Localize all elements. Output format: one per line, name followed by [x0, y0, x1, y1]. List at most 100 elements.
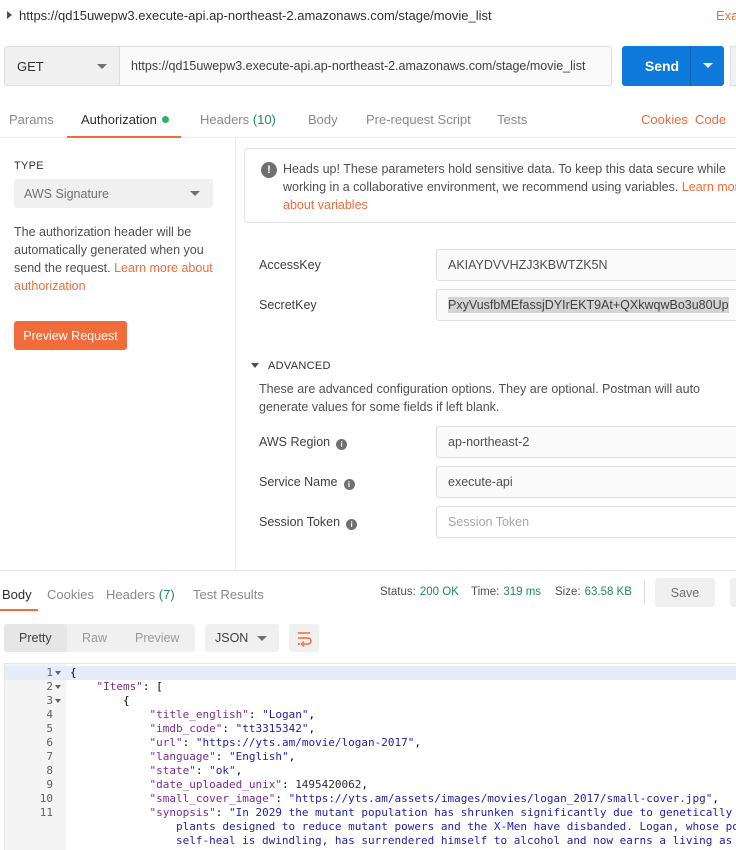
view-mode-group: Pretty Raw Preview — [4, 624, 195, 652]
method-value: GET — [17, 58, 44, 74]
cookies-link[interactable]: Cookies — [641, 112, 688, 127]
response-tab-body[interactable]: Body — [2, 587, 32, 602]
info-icon[interactable]: i — [346, 519, 358, 530]
code-line: 4 "title_english": "Logan", — [5, 708, 736, 722]
tab-tests[interactable]: Tests — [497, 112, 527, 127]
response-divider — [0, 570, 736, 571]
code-text: "imdb_code": "tt3315342", — [149, 722, 316, 735]
size-label: Size: — [555, 586, 581, 598]
url-input[interactable]: https://qd15uwepw3.execute-api.ap-northe… — [120, 46, 612, 86]
type-label: TYPE — [14, 160, 44, 172]
code-text: "date_uploaded_unix": 1495420062, — [149, 778, 369, 791]
view-pretty-button[interactable]: Pretty — [19, 631, 52, 645]
line-number: 3 — [46, 694, 53, 707]
time-value: 319 ms — [503, 586, 542, 598]
line-number: 7 — [46, 750, 53, 763]
info-icon[interactable]: i — [343, 479, 355, 490]
code-text: { — [122, 694, 130, 707]
response-tab-test-results[interactable]: Test Results — [193, 587, 264, 602]
format-select[interactable]: JSON — [205, 624, 279, 652]
code-link[interactable]: Code — [695, 112, 726, 127]
advanced-description: These are advanced configuration options… — [259, 382, 701, 414]
session-token-input[interactable]: Session Token — [436, 506, 736, 538]
status-label: Status: — [380, 586, 416, 598]
tab-prerequest-script[interactable]: Pre-request Script — [366, 112, 471, 127]
code-line: 8 "state": "ok", — [5, 764, 736, 778]
response-headers-label: Headers — [106, 587, 156, 602]
aws-region-label: AWS Region i — [259, 435, 348, 450]
view-raw-button[interactable]: Raw — [82, 631, 107, 645]
status-readout: Status: 200 OK — [380, 586, 459, 598]
code-line: 11 "synopsis": "In 2029 the mutant popul… — [5, 806, 736, 820]
auth-type-value: AWS Signature — [24, 186, 109, 201]
save-response-button[interactable]: Save — [655, 578, 715, 607]
line-number: 5 — [46, 722, 53, 735]
access-key-label: AccessKey — [259, 258, 321, 272]
tab-params[interactable]: Params — [9, 112, 54, 127]
request-title[interactable]: https://qd15uwepw3.execute-api.ap-northe… — [19, 8, 492, 23]
caret-down-icon — [251, 363, 259, 368]
wrap-lines-button[interactable] — [289, 624, 319, 652]
secret-key-label: SecretKey — [259, 298, 317, 312]
code-line: 7 "language": "English", — [5, 750, 736, 764]
examples-link[interactable]: Exa — [716, 8, 736, 23]
save-response-options-button[interactable] — [730, 578, 736, 607]
time-readout: Time: 319 ms — [471, 586, 541, 598]
headers-count: (10) — [252, 112, 276, 127]
code-line: plants designed to reduce mutant powers … — [5, 820, 736, 834]
secret-key-input[interactable]: PxyVusfbMEfassjDYIrEKT9At+QXkwqwBo3u80Up — [436, 289, 736, 321]
line-number: 6 — [46, 736, 53, 749]
code-text: { — [70, 666, 77, 679]
response-active-tab-indicator — [0, 609, 38, 611]
service-name-label-text: Service Name — [259, 475, 338, 489]
line-number: 9 — [46, 778, 53, 791]
code-text: "language": "English", — [149, 750, 296, 763]
send-options-button[interactable] — [690, 46, 724, 86]
response-body-code[interactable]: 1{2 "Items": [3 {4 "title_english": "Log… — [4, 663, 736, 850]
chevron-down-icon — [257, 636, 267, 641]
info-icon: ! — [261, 162, 277, 178]
time-label: Time: — [471, 586, 500, 598]
fold-caret-icon[interactable] — [55, 671, 61, 675]
method-select[interactable]: GET — [4, 46, 120, 86]
response-tab-cookies[interactable]: Cookies — [47, 587, 94, 602]
code-line: 10 "small_cover_image": "https://yts.am/… — [5, 792, 736, 806]
collapse-caret-icon[interactable] — [7, 11, 12, 19]
status-value: 200 OK — [419, 586, 459, 598]
code-text: "title_english": "Logan", — [149, 708, 316, 721]
tab-headers[interactable]: Headers (10) — [200, 112, 276, 127]
response-tab-headers[interactable]: Headers (7) — [106, 587, 175, 602]
tab-body[interactable]: Body — [308, 112, 338, 127]
code-line: 5 "imdb_code": "tt3315342", — [5, 722, 736, 736]
code-line: 2 "Items": [ — [5, 680, 736, 694]
access-key-input[interactable]: AKIAYDVVHZJ3KBWTZK5N — [436, 249, 736, 281]
chevron-down-icon — [97, 64, 107, 69]
tab-authorization[interactable]: Authorization — [81, 112, 169, 127]
fold-caret-icon[interactable] — [55, 685, 61, 689]
format-value: JSON — [215, 631, 249, 645]
tab-authorization-label: Authorization — [81, 112, 157, 127]
code-text: "small_cover_image": "https://yts.am/ass… — [149, 792, 720, 805]
headsup-text-block: Heads up! These parameters hold sensitiv… — [283, 160, 736, 214]
save-button[interactable] — [730, 46, 736, 86]
service-name-input[interactable]: execute-api — [436, 466, 736, 498]
code-text: "state": "ok", — [149, 764, 243, 777]
view-preview-button[interactable]: Preview — [135, 631, 179, 645]
code-line: 6 "url": "https://yts.am/movie/logan-201… — [5, 736, 736, 750]
active-tab-indicator — [67, 136, 181, 138]
auth-type-select[interactable]: AWS Signature — [14, 179, 213, 208]
headsup-text: Heads up! These parameters hold sensitiv… — [283, 162, 726, 194]
advanced-label: ADVANCED — [268, 360, 331, 372]
aws-region-input[interactable]: ap-northeast-2 — [436, 426, 736, 458]
chevron-down-icon — [190, 191, 200, 196]
line-number: 11 — [39, 806, 53, 819]
session-token-label-text: Session Token — [259, 515, 341, 529]
advanced-toggle[interactable]: ADVANCED — [251, 360, 331, 372]
wrap-lines-icon — [298, 632, 312, 648]
info-icon[interactable]: i — [336, 439, 348, 450]
fold-caret-icon[interactable] — [55, 699, 61, 703]
line-number: 2 — [46, 680, 53, 693]
preview-request-button[interactable]: Preview Request — [14, 321, 127, 350]
auth-description: The authorization header will be automat… — [14, 223, 224, 295]
code-text: "url": "https://yts.am/movie/logan-2017"… — [149, 736, 422, 749]
